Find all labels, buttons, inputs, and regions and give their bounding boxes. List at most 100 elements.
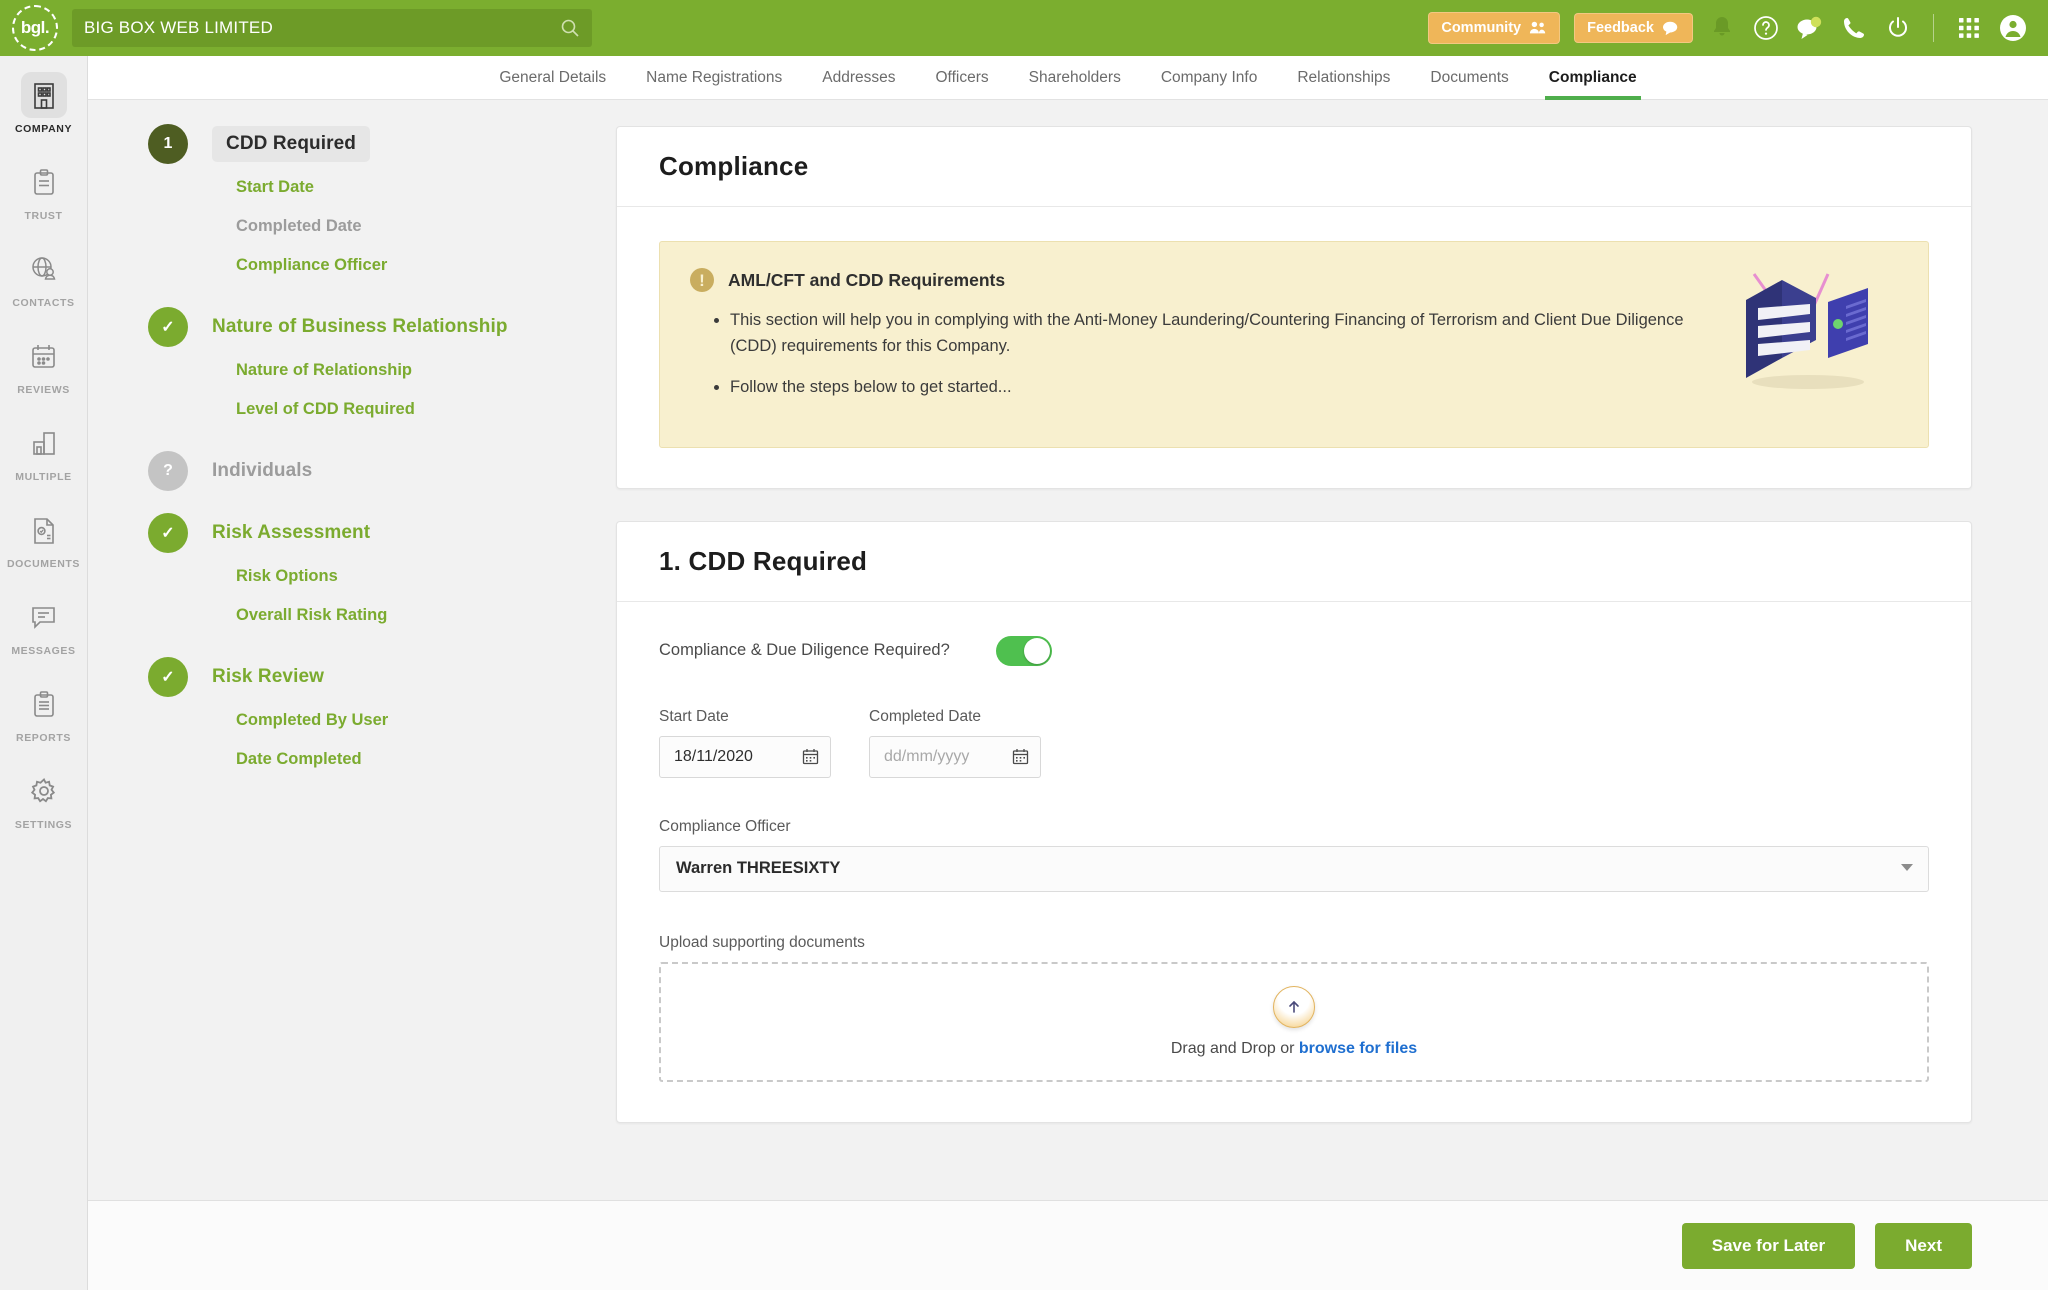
rail-label: COMPANY [15, 123, 72, 135]
rail-item-multiple[interactable]: MULTIPLE [0, 420, 88, 483]
substep-level-of-cdd-required[interactable]: Level of CDD Required [236, 390, 608, 429]
rail-item-reports[interactable]: REPORTS [0, 681, 88, 744]
file-dropzone[interactable]: Drag and Drop or browse for files [659, 962, 1929, 1082]
community-label: Community [1441, 20, 1521, 36]
compliance-card-header: Compliance [617, 127, 1971, 207]
date-fields-row: Start Date [659, 708, 1929, 778]
rail-item-messages[interactable]: MESSAGES [0, 594, 88, 657]
buildings-icon [21, 420, 67, 466]
step-group-individuals: ? Individuals [148, 451, 608, 491]
step-title: CDD Required [212, 126, 370, 162]
bell-icon[interactable] [1707, 13, 1737, 43]
tab-relationships[interactable]: Relationships [1277, 56, 1410, 100]
search-icon[interactable] [560, 18, 580, 43]
section-tabs: General Details Name Registrations Addre… [88, 56, 2048, 100]
document-check-icon [21, 507, 67, 553]
tab-documents[interactable]: Documents [1410, 56, 1528, 100]
step-group-cdd-required: 1 CDD Required Start Date Completed Date… [148, 124, 608, 285]
company-search[interactable] [72, 9, 592, 47]
rail-item-reviews[interactable]: REVIEWS [0, 333, 88, 396]
alert-bullet: Follow the steps below to get started... [730, 375, 1690, 401]
globe-user-icon [21, 246, 67, 292]
cdd-card-body: Compliance & Due Diligence Required? Sta… [617, 602, 1971, 1122]
upload-label: Upload supporting documents [659, 934, 1929, 952]
upload-group: Upload supporting documents Drag and Dro… [659, 934, 1929, 1082]
rail-label: SETTINGS [15, 819, 72, 831]
chevron-down-icon[interactable] [1901, 864, 1913, 871]
compliance-required-toggle[interactable] [996, 636, 1052, 666]
dropzone-text: Drag and Drop or browse for files [1171, 1040, 1417, 1058]
rail-item-documents[interactable]: DOCUMENTS [0, 507, 88, 570]
phone-icon[interactable] [1839, 13, 1869, 43]
step-marker: 1 [148, 124, 188, 164]
alert-bullet: This section will help you in complying … [730, 308, 1690, 359]
tab-officers[interactable]: Officers [916, 56, 1009, 100]
tab-label: Company Info [1161, 69, 1258, 87]
search-input[interactable] [84, 18, 580, 38]
tab-label: Compliance [1549, 69, 1637, 87]
substep-overall-risk-rating[interactable]: Overall Risk Rating [236, 596, 608, 635]
step-risk-assessment[interactable]: ✓ Risk Assessment [148, 513, 608, 553]
page-title: Compliance [659, 151, 1929, 182]
cdd-section-title: 1. CDD Required [659, 546, 1929, 577]
start-date-input[interactable] [659, 736, 831, 778]
step-marker-check-icon: ✓ [148, 513, 188, 553]
community-button[interactable]: Community [1428, 12, 1560, 44]
rail-item-company[interactable]: COMPANY [0, 72, 88, 135]
compliance-officer-select[interactable]: Warren THREESIXTY [659, 846, 1929, 892]
help-icon[interactable] [1751, 13, 1781, 43]
power-icon[interactable] [1883, 13, 1913, 43]
compliance-required-row: Compliance & Due Diligence Required? [659, 636, 1929, 666]
next-button[interactable]: Next [1875, 1223, 1972, 1269]
step-title: Individuals [212, 460, 312, 482]
substep-date-completed[interactable]: Date Completed [236, 740, 608, 779]
substep-completed-by-user[interactable]: Completed By User [236, 701, 608, 740]
step-risk-review[interactable]: ✓ Risk Review [148, 657, 608, 697]
substep-nature-of-relationship[interactable]: Nature of Relationship [236, 351, 608, 390]
compliance-card-body: ! AML/CFT and CDD Requirements This sect… [617, 207, 1971, 488]
top-bar-actions: Community Feedback [1428, 12, 2048, 44]
tab-label: Shareholders [1029, 69, 1121, 87]
rail-item-settings[interactable]: SETTINGS [0, 768, 88, 831]
rail-label: DOCUMENTS [7, 558, 80, 570]
apps-grid-icon[interactable] [1954, 13, 1984, 43]
substep-risk-options[interactable]: Risk Options [236, 557, 608, 596]
step-cdd-required[interactable]: 1 CDD Required [148, 124, 608, 164]
substep-completed-date[interactable]: Completed Date [236, 207, 608, 246]
bgl-logo[interactable]: bgl. [12, 5, 58, 51]
tab-compliance[interactable]: Compliance [1529, 56, 1657, 100]
tab-label: Relationships [1297, 69, 1390, 87]
step-marker-check-icon: ✓ [148, 657, 188, 697]
people-icon [1529, 19, 1547, 37]
chat-icon[interactable] [1795, 13, 1825, 43]
tab-name-registrations[interactable]: Name Registrations [626, 56, 802, 100]
rail-label: MULTIPLE [15, 471, 72, 483]
tab-shareholders[interactable]: Shareholders [1009, 56, 1141, 100]
step-nature-of-business-relationship[interactable]: ✓ Nature of Business Relationship [148, 307, 608, 347]
start-date-field[interactable] [659, 736, 831, 778]
substep-compliance-officer[interactable]: Compliance Officer [236, 246, 608, 285]
step-group-nature-of-business-relationship: ✓ Nature of Business Relationship Nature… [148, 307, 608, 429]
tab-company-info[interactable]: Company Info [1141, 56, 1278, 100]
account-icon[interactable] [1998, 13, 2028, 43]
save-for-later-button[interactable]: Save for Later [1682, 1223, 1855, 1269]
tab-label: Name Registrations [646, 69, 782, 87]
clipboard-icon [21, 159, 67, 205]
completed-date-field[interactable] [869, 736, 1041, 778]
browse-for-files-link[interactable]: browse for files [1299, 1040, 1417, 1057]
compliance-officer-group: Compliance Officer Warren THREESIXTY [659, 818, 1929, 892]
rail-item-contacts[interactable]: CONTACTS [0, 246, 88, 309]
step-title: Risk Review [212, 666, 324, 688]
completed-date-input[interactable] [869, 736, 1041, 778]
rail-item-trust[interactable]: TRUST [0, 159, 88, 222]
tab-general-details[interactable]: General Details [479, 56, 626, 100]
compliance-step-nav: 1 CDD Required Start Date Completed Date… [88, 100, 608, 1200]
server-rack-document-illustration [1716, 266, 1886, 396]
feedback-button[interactable]: Feedback [1574, 13, 1693, 43]
compliance-officer-select-wrap: Warren THREESIXTY [659, 846, 1929, 892]
top-bar: bgl. Community Feedback [0, 0, 2048, 56]
substep-start-date[interactable]: Start Date [236, 168, 608, 207]
step-individuals[interactable]: ? Individuals [148, 451, 608, 491]
tab-addresses[interactable]: Addresses [802, 56, 915, 100]
cdd-required-card: 1. CDD Required Compliance & Due Diligen… [616, 521, 1972, 1123]
